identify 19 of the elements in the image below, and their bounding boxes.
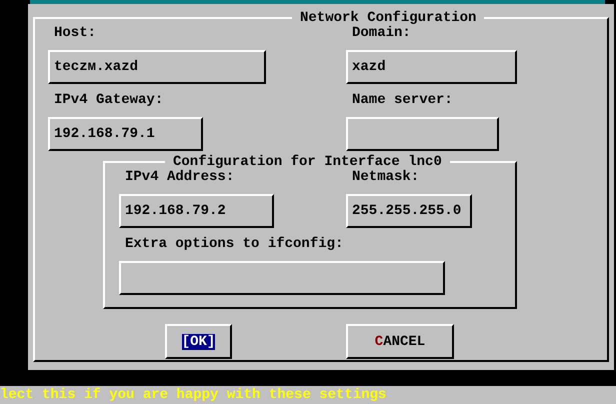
- field-label: Host:: [53, 25, 96, 41]
- field-label: IPv4 Address:: [124, 169, 234, 185]
- field-label: Extra options to ifconfig:: [124, 236, 344, 252]
- input-field[interactable]: [119, 261, 445, 295]
- input-field[interactable]: 255.255.255.0: [346, 194, 472, 228]
- status-bar: lect this if you are happy with these settings: [0, 386, 616, 404]
- field-label: Domain:: [351, 25, 411, 41]
- input-field[interactable]: teczм.xazd: [48, 50, 266, 84]
- input-field[interactable]: xazd: [346, 50, 517, 84]
- dialog-title: Network Configuration: [299, 11, 478, 25]
- field-label: IPv4 Gateway:: [53, 92, 164, 108]
- input-field[interactable]: 192.168.79.2: [119, 194, 274, 228]
- ok-button[interactable]: [OK]: [165, 324, 232, 359]
- field-label: Name server:: [351, 92, 453, 108]
- input-field[interactable]: 192.168.79.1: [48, 117, 203, 151]
- section-title: Configuration for Interface lnc0: [173, 155, 443, 169]
- field-label: Netmask:: [351, 169, 420, 185]
- input-field[interactable]: [346, 117, 499, 151]
- cancel-button[interactable]: CANCEL: [346, 324, 454, 359]
